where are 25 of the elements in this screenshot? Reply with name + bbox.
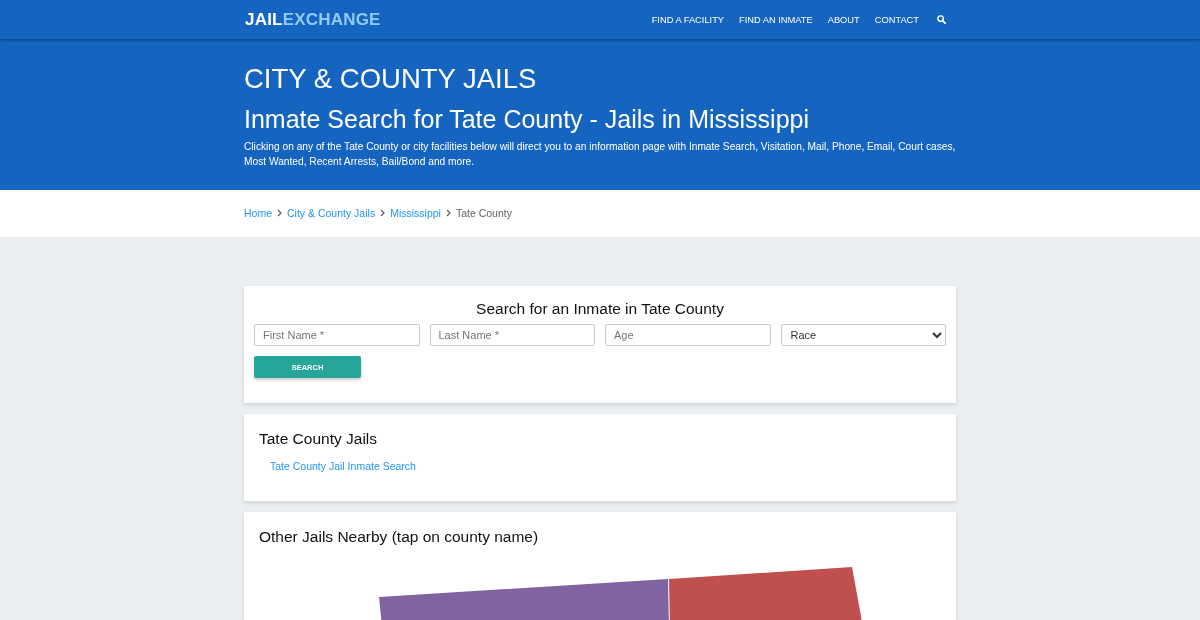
nav-link[interactable]: CONTACT [874, 14, 919, 25]
search-icon[interactable] [937, 15, 946, 24]
select-field[interactable]: Race [780, 324, 946, 346]
page-title: Inmate Search for Tate County - Jails in Mississippi [244, 104, 811, 134]
breadcrumb-link[interactable]: Home [244, 207, 272, 219]
section-heading: CITY & COUNTY JAILS [244, 63, 538, 95]
card-title: Other Jails Nearby (tap on county name) [259, 527, 540, 547]
chevron-icon [277, 209, 282, 217]
nav-link[interactable]: FIND A FACILITY [651, 14, 724, 25]
input-field[interactable]: Last Name * [429, 324, 595, 346]
input-field[interactable]: Age [605, 324, 771, 346]
current-page-label: Tate County [455, 207, 512, 219]
chevron-icon [445, 209, 451, 217]
jail-link[interactable]: Tate County Jail Inmate Search [270, 460, 416, 472]
county-map[interactable] [379, 567, 863, 620]
site-logo[interactable]: JAILEXCHANGE [245, 9, 381, 30]
nav-link[interactable]: FIND AN INMATE [739, 14, 813, 25]
nav-link[interactable]: ABOUT [827, 14, 860, 25]
breadcrumb-link[interactable]: Mississippi [390, 207, 441, 219]
input-field[interactable]: First Name * [254, 324, 420, 346]
intro-text: Clicking on any of the Tate County or city facilities below will direct you to an information page with Inmate Search, Visitation, Mail, Phone, Email, Court cases, Most Wanted, Recent Arrests, Bail/Bond and more. [244, 140, 956, 169]
breadcrumb-link[interactable]: City & County Jails [287, 207, 376, 219]
chevron-icon [380, 209, 386, 217]
card-title: Tate County Jails [259, 429, 379, 449]
search-title: Search for an Inmate in Tate County [475, 299, 725, 319]
